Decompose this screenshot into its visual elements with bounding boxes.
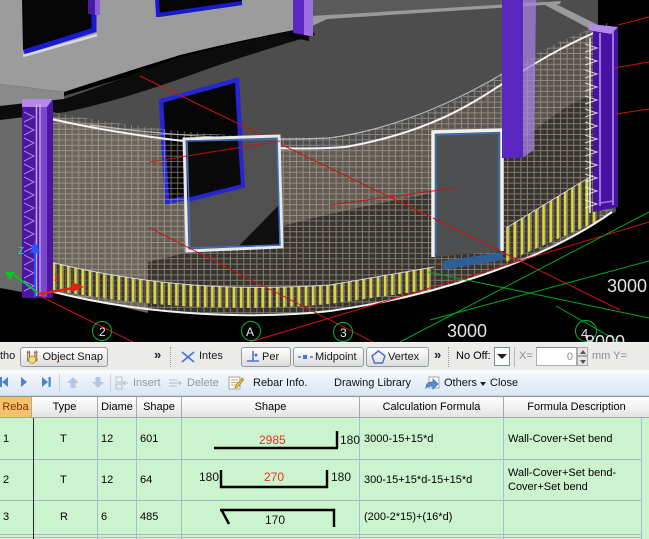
- svg-text:8000: 8000: [585, 332, 625, 342]
- svg-text:Z: Z: [18, 246, 24, 257]
- svg-text:2: 2: [99, 325, 106, 339]
- svg-text:3000: 3000: [447, 321, 487, 341]
- svg-text:180: 180: [199, 470, 219, 484]
- svg-text:3: 3: [340, 326, 347, 340]
- svg-text:180: 180: [340, 433, 360, 447]
- svg-text:170: 170: [265, 513, 285, 527]
- svg-text:2985: 2985: [259, 433, 286, 447]
- svg-text:A: A: [246, 325, 254, 339]
- svg-text:180: 180: [331, 470, 351, 484]
- svg-text:X: X: [54, 273, 60, 283]
- svg-text:3000: 3000: [607, 276, 647, 296]
- svg-text:270: 270: [264, 470, 284, 484]
